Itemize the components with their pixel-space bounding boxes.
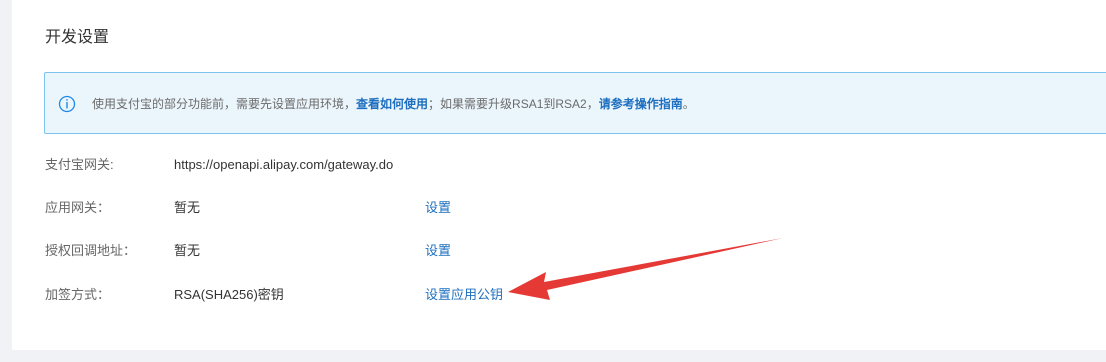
set-callback-link[interactable]: 设置	[425, 241, 451, 261]
guide-link[interactable]: 请参考操作指南	[599, 97, 683, 111]
notice-text: 使用支付宝的部分功能前，需要先设置应用环境，查看如何使用；如果需要升级RSA1到…	[92, 96, 695, 112]
setting-value: 暂无	[174, 243, 201, 258]
setting-label: 授权回调地址：	[45, 243, 137, 258]
notice-text-before: 使用支付宝的部分功能前，需要先设置应用环境，	[92, 97, 357, 111]
section-title: 开发设置	[45, 29, 110, 46]
setting-label: 支付宝网关:	[45, 157, 114, 172]
setting-label: 加签方式：	[45, 287, 111, 302]
setting-value: 暂无	[174, 200, 201, 215]
notice-text-middle: ；如果需要升级RSA1到RSA2，	[428, 97, 599, 111]
set-app-public-key-link[interactable]: 设置应用公钥	[425, 285, 503, 305]
setting-value: RSA(SHA256)密钥	[174, 287, 284, 302]
setting-row-gateway: 支付宝网关: https://openapi.alipay.com/gatewa…	[45, 155, 1045, 175]
set-app-gateway-link[interactable]: 设置	[425, 198, 451, 218]
how-to-use-link[interactable]: 查看如何使用	[356, 97, 428, 111]
notice-banner: 使用支付宝的部分功能前，需要先设置应用环境，查看如何使用；如果需要升级RSA1到…	[44, 72, 1106, 134]
setting-value: https://openapi.alipay.com/gateway.do	[174, 157, 394, 172]
setting-row-app-gateway: 应用网关： 暂无 设置	[45, 198, 1045, 218]
info-circle-icon	[58, 95, 76, 113]
red-arrow-icon	[508, 238, 783, 300]
setting-label: 应用网关：	[45, 200, 111, 215]
notice-text-end: 。	[682, 97, 695, 111]
